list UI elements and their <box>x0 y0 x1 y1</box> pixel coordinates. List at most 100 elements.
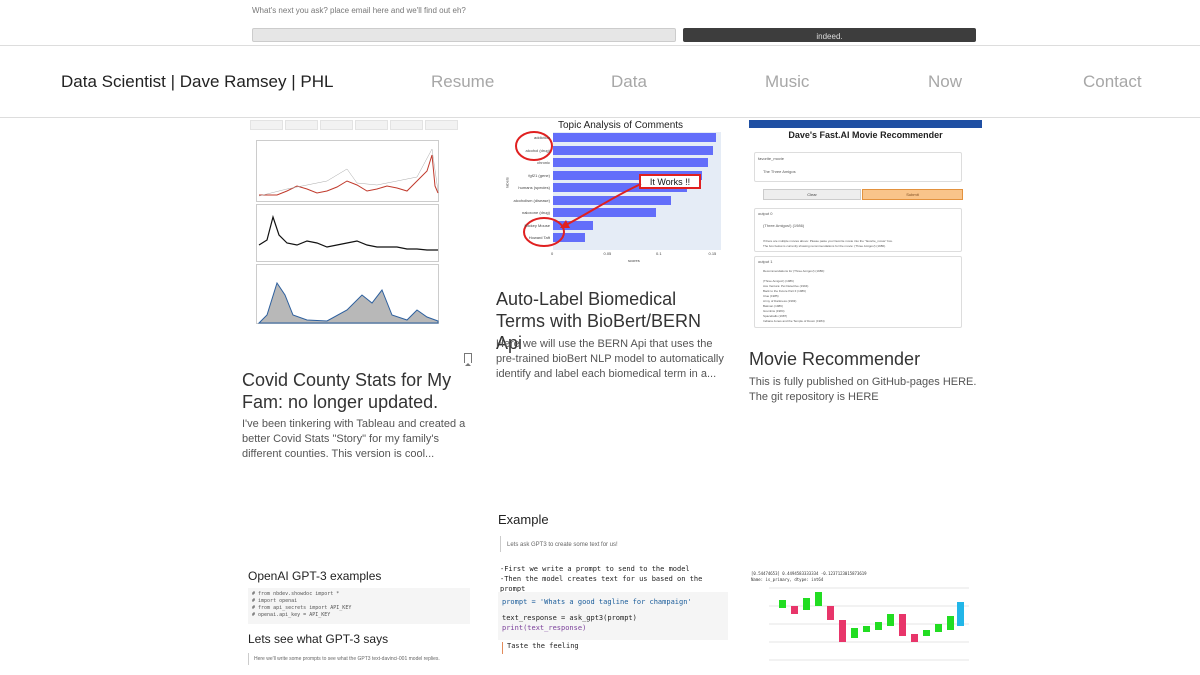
waterfall-bar <box>923 630 930 636</box>
waterfall-bar <box>851 628 858 638</box>
field-value: The Three Amigos <box>763 169 796 174</box>
waterfall-bar <box>911 634 918 642</box>
card-description: I've been tinkering with Tableau and cre… <box>242 418 466 460</box>
waterfall-bar <box>815 592 822 606</box>
step-line: -Then the model creates text for us base… <box>500 575 703 593</box>
waterfall-chart <box>769 587 969 661</box>
nav-data[interactable]: Data <box>611 72 647 92</box>
notebook-note: Here we'll write some prompts to see wha… <box>254 656 440 662</box>
output-line: The box below is currently showing recom… <box>763 244 886 248</box>
movie-input-box: favorite_movie The Three Amigos <box>754 152 962 182</box>
notebook-heading: OpenAI GPT-3 examples <box>248 569 382 583</box>
movie-app-bar <box>749 120 982 128</box>
topic-tick: 0.15 <box>708 251 717 256</box>
nav-resume[interactable]: Resume <box>431 72 494 92</box>
nav-now[interactable]: Now <box>928 72 962 92</box>
deaths-line <box>258 214 438 251</box>
topic-xlabel: scores <box>628 258 640 263</box>
submit-button[interactable]: Submit <box>862 189 963 200</box>
annotation-arrows <box>515 131 642 247</box>
card-description: This is fully published on GitHub-pages … <box>749 376 977 403</box>
cases-plot <box>256 140 439 202</box>
code-line: # from api_secrets import API_KEY <box>252 605 352 611</box>
topic-tick: 0.1 <box>656 251 662 256</box>
waterfall-bar <box>839 620 846 642</box>
waterfall-bar <box>827 606 834 620</box>
waterfall-thumbnail[interactable]: [0.54474653] 0.4494583333334 -0.12371230… <box>749 568 983 675</box>
output-line: If there are multiple movies above: Plea… <box>763 239 893 243</box>
movie-app-title: Dave's Fast.AI Movie Recommender <box>788 130 943 140</box>
site-title[interactable]: Data Scientist | Dave Ramsey | PHL <box>61 72 333 92</box>
code-line: # from nbdev.showdoc import * <box>252 591 340 597</box>
nav-contact[interactable]: Contact <box>1083 72 1142 92</box>
example-thumbnail[interactable]: Example Lets ask GPT3 to create some tex… <box>496 505 730 675</box>
positivity-area <box>257 281 439 324</box>
tableau-tabs <box>242 120 475 132</box>
topic-bar-label: fgf21 (gene) <box>528 172 550 178</box>
code-line: text_response = ask_gpt3(prompt) <box>502 614 637 622</box>
notebook-heading: Example <box>498 512 549 527</box>
recommendation-item: Recommendations for (Three Amigos!) (198… <box>763 269 825 273</box>
positivity-plot <box>256 264 439 324</box>
tab <box>250 120 283 130</box>
clear-button[interactable]: Clear <box>763 189 861 200</box>
topic-bar-label: Howard Taft <box>528 235 550 240</box>
output-header: [0.54474653] 0.4494583333334 -0.12371230… <box>751 571 867 576</box>
code-line: # openai.api_key = API_KEY <box>252 612 331 618</box>
email-input[interactable] <box>252 28 676 42</box>
output-line: (Three Amigos!) (1986) <box>763 223 805 228</box>
code-line: prompt = 'Whats a good tagline for champ… <box>502 598 692 606</box>
blog-card-covid[interactable]: Covid County Stats for My Fam: no longer… <box>242 120 475 470</box>
card-title[interactable]: Movie Recommender <box>749 348 982 370</box>
topic-bar-label: addiction <box>533 135 550 140</box>
output-box-1: output 1 Recommendations for (Three Amig… <box>754 256 962 328</box>
quote-bar <box>248 653 249 665</box>
waterfall-bar <box>887 614 894 626</box>
tab <box>355 120 388 130</box>
topic-bar-label: naloxone (drug) <box>521 210 550 215</box>
output-label: output 1 <box>758 259 773 264</box>
waterfall-bar <box>791 606 798 614</box>
tab <box>320 120 353 130</box>
bookmark-icon[interactable] <box>464 353 472 366</box>
blog-card-movie[interactable]: Dave's Fast.AI Movie Recommender favorit… <box>749 120 983 420</box>
topic-tick: 0 <box>551 251 554 256</box>
output-bar <box>502 642 503 654</box>
topic-bar-label: humans (species) <box>518 185 550 190</box>
step-line: -First we write a prompt to send to the … <box>500 565 690 573</box>
code-line: # import openai <box>252 598 298 604</box>
waterfall-bar <box>947 616 954 630</box>
email-signup: What's next you ask? place email here an… <box>0 0 1200 45</box>
notebook-subheading: Lets see what GPT-3 says <box>248 632 389 646</box>
blog-card-bern[interactable]: Topic Analysis of Comments It Works !! l… <box>496 120 729 390</box>
cases-line <box>258 148 439 197</box>
recommendation-item: Indiana Jones and the Temple of Doom (19… <box>763 319 825 323</box>
card-title[interactable]: Covid County Stats for My Fam: no longer… <box>242 369 475 413</box>
movie-thumbnail[interactable]: Dave's Fast.AI Movie Recommender favorit… <box>749 120 983 328</box>
site-header: Data Scientist | Dave Ramsey | PHL Resum… <box>0 45 1200 118</box>
step-list: -First we write a prompt to send to the … <box>500 564 730 594</box>
waterfall-bar <box>957 602 964 626</box>
tab <box>285 120 318 130</box>
bern-thumbnail[interactable]: Topic Analysis of Comments It Works !! l… <box>496 120 729 270</box>
topic-bar-label: Mickey Mouse <box>524 222 550 228</box>
waterfall-bar <box>863 626 870 632</box>
quote-text: Lets ask GPT3 to create some text for us… <box>507 542 618 548</box>
tab <box>390 120 423 130</box>
covid-thumbnail[interactable] <box>242 120 475 330</box>
openai-thumbnail[interactable]: OpenAI GPT-3 examples # from nbdev.showd… <box>242 560 475 675</box>
recommendation-list: Recommendations for (Three Amigos!) (198… <box>763 269 825 324</box>
topic-bar-label: alcoholism (disease) <box>513 197 550 203</box>
quote-bar <box>500 536 501 552</box>
email-prompt: What's next you ask? place email here an… <box>252 6 466 15</box>
waterfall-bar <box>899 614 906 636</box>
card-description: Here we will use the BERN Api that uses … <box>496 338 724 380</box>
waterfall-bar <box>935 624 942 632</box>
code-line: print(text_response) <box>502 624 587 632</box>
output-box-0: output 0 (Three Amigos!) (1986) If there… <box>754 208 962 252</box>
email-submit-button[interactable]: indeed. <box>683 28 976 42</box>
deaths-plot <box>256 204 439 262</box>
waterfall-bar <box>875 622 882 630</box>
waterfall-bar <box>779 600 786 608</box>
nav-music[interactable]: Music <box>765 72 809 92</box>
